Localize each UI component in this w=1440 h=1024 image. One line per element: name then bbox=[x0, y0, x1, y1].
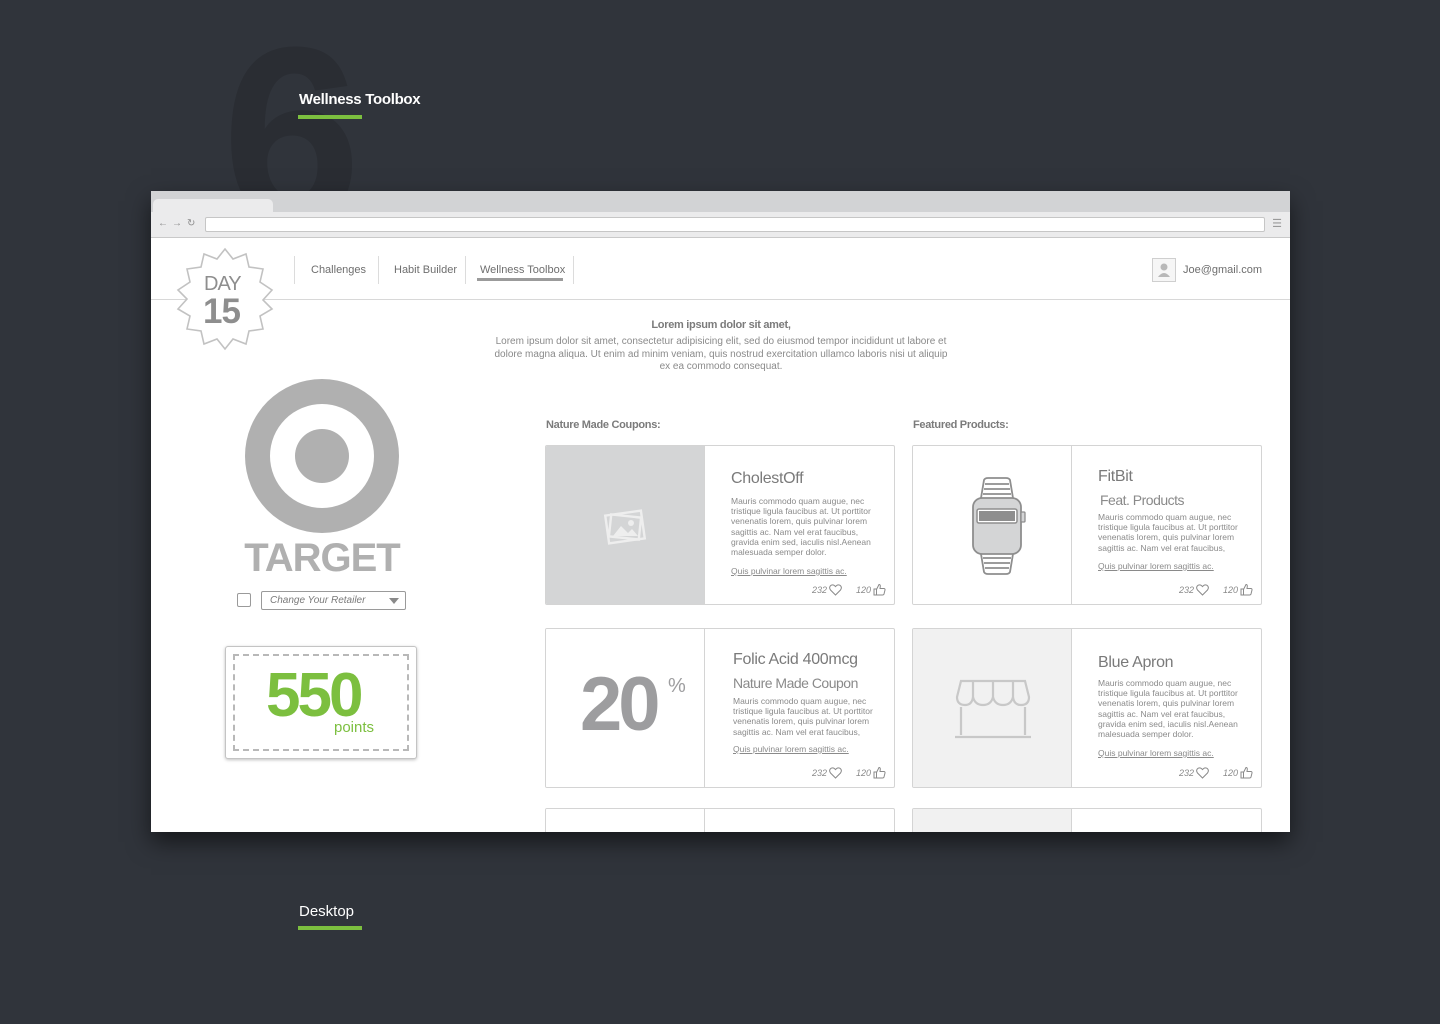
card-title: CholestOff bbox=[731, 470, 804, 487]
browser-tabstrip bbox=[151, 191, 1290, 213]
intro-title: Lorem ipsum dolor sit amet, bbox=[651, 319, 791, 331]
thumbs-up-count: 120 bbox=[1222, 767, 1238, 778]
address-bar[interactable] bbox=[205, 217, 1265, 232]
card-media: 20 % bbox=[546, 629, 705, 787]
storefront-icon bbox=[955, 679, 1031, 739]
thumbs-up-icon[interactable] bbox=[873, 583, 886, 596]
retailer-name: TARGET bbox=[244, 536, 400, 580]
card-media bbox=[913, 446, 1072, 604]
nav-item-wellness-toolbox[interactable]: Wellness Toolbox bbox=[480, 264, 565, 276]
nav-active-indicator bbox=[477, 278, 563, 281]
user-avatar-icon[interactable] bbox=[1152, 258, 1176, 282]
nav-item-habit-builder[interactable]: Habit Builder bbox=[394, 264, 457, 276]
intro-body: Lorem ipsum dolor sit amet, consectetur … bbox=[494, 336, 948, 372]
discount-symbol: % bbox=[668, 675, 686, 697]
card-media bbox=[913, 809, 1072, 832]
featured-heading: Featured Products: bbox=[913, 419, 1009, 431]
nav-divider bbox=[294, 256, 295, 284]
nav-divider bbox=[378, 256, 379, 284]
retailer-select[interactable]: Change Your Retailer bbox=[261, 591, 406, 610]
target-logo-icon bbox=[245, 379, 399, 533]
section-title: Wellness Toolbox bbox=[299, 91, 421, 108]
discount-number: 20 bbox=[580, 662, 661, 747]
like-count: 232 bbox=[1178, 584, 1194, 595]
heart-icon[interactable] bbox=[829, 583, 842, 596]
reload-icon[interactable]: ↻ bbox=[187, 218, 195, 229]
footer-label: Desktop bbox=[299, 903, 355, 920]
card-description: Mauris commodo quam augue, nec tristique… bbox=[731, 496, 871, 558]
card-stats: 232 120 bbox=[812, 583, 886, 596]
thumbs-up-icon[interactable] bbox=[1240, 583, 1253, 596]
product-card[interactable]: Blue Apron Mauris commodo quam augue, ne… bbox=[912, 628, 1262, 788]
card-stats: 232 120 bbox=[1179, 583, 1253, 596]
card-description: Mauris commodo quam augue, nec tristique… bbox=[1098, 512, 1238, 553]
card-media bbox=[546, 446, 705, 604]
product-card[interactable]: FitBit Feat. Products Mauris commodo qua… bbox=[912, 445, 1262, 605]
card-media bbox=[546, 809, 705, 832]
browser-tab[interactable] bbox=[153, 199, 273, 213]
day-number: 15 bbox=[203, 292, 241, 331]
thumbs-up-count: 120 bbox=[855, 584, 871, 595]
card-stats: 232 120 bbox=[1179, 766, 1253, 779]
watch-icon bbox=[972, 477, 1026, 575]
points-value: 550 bbox=[266, 661, 363, 730]
chevron-down-icon bbox=[389, 598, 399, 604]
card-title: Blue Apron bbox=[1098, 654, 1174, 671]
heart-icon[interactable] bbox=[1196, 766, 1209, 779]
section-title-underline bbox=[298, 115, 362, 119]
coupons-heading: Nature Made Coupons: bbox=[546, 419, 661, 431]
card-link[interactable]: Quis pulvinar lorem sagittis ac. bbox=[1098, 561, 1214, 571]
card-stats: 232 120 bbox=[812, 766, 886, 779]
card-title: FitBit bbox=[1098, 468, 1133, 485]
product-card[interactable] bbox=[912, 808, 1262, 832]
footer-label-underline bbox=[298, 926, 362, 930]
retailer-checkbox[interactable] bbox=[237, 593, 251, 607]
browser-window: ← → ↻ ☰ DAY 15 Challenges Habit Builder … bbox=[151, 191, 1290, 832]
card-subtitle: Nature Made Coupon bbox=[733, 675, 858, 691]
card-subtitle: Feat. Products bbox=[1100, 492, 1185, 508]
user-email[interactable]: Joe@gmail.com bbox=[1183, 264, 1262, 276]
browser-toolbar: ← → ↻ ☰ bbox=[151, 212, 1290, 238]
retailer-select-value: Change Your Retailer bbox=[270, 595, 366, 606]
nav-divider bbox=[573, 256, 574, 284]
thumbs-up-icon[interactable] bbox=[873, 766, 886, 779]
card-description: Mauris commodo quam augue, nec tristique… bbox=[1098, 678, 1238, 740]
coupon-card[interactable]: 20 % Folic Acid 400mcg Nature Made Coupo… bbox=[545, 628, 895, 788]
coupon-card[interactable]: CholestOff Mauris commodo quam augue, ne… bbox=[545, 445, 895, 605]
like-count: 232 bbox=[1178, 767, 1194, 778]
forward-arrow-icon[interactable]: → bbox=[172, 218, 182, 229]
thumbs-up-count: 120 bbox=[1222, 584, 1238, 595]
card-link[interactable]: Quis pulvinar lorem sagittis ac. bbox=[733, 744, 849, 754]
nav-divider bbox=[465, 256, 466, 284]
thumbs-up-icon[interactable] bbox=[1240, 766, 1253, 779]
back-arrow-icon[interactable]: ← bbox=[158, 218, 168, 229]
card-link[interactable]: Quis pulvinar lorem sagittis ac. bbox=[1098, 748, 1214, 758]
coupon-card[interactable] bbox=[545, 808, 895, 832]
points-label: points bbox=[334, 719, 375, 736]
heart-icon[interactable] bbox=[829, 766, 842, 779]
like-count: 232 bbox=[811, 584, 827, 595]
card-media bbox=[913, 629, 1072, 787]
heart-icon[interactable] bbox=[1196, 583, 1209, 596]
card-description: Mauris commodo quam augue, nec tristique… bbox=[733, 696, 873, 737]
image-placeholder-icon bbox=[603, 509, 647, 545]
nav-item-challenges[interactable]: Challenges bbox=[311, 264, 366, 276]
browser-menu-icon[interactable]: ☰ bbox=[1272, 217, 1282, 230]
card-title: Folic Acid 400mcg bbox=[733, 651, 858, 668]
card-link[interactable]: Quis pulvinar lorem sagittis ac. bbox=[731, 566, 847, 576]
thumbs-up-count: 120 bbox=[855, 767, 871, 778]
points-card: 550 points bbox=[225, 646, 417, 759]
like-count: 232 bbox=[811, 767, 827, 778]
